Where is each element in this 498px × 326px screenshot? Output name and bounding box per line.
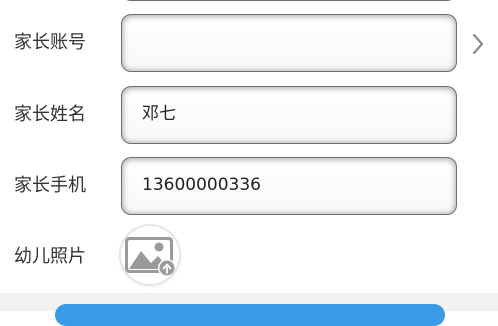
child-photo-label: 幼儿照片 (14, 246, 86, 267)
parent-name-value: 邓七 (142, 104, 176, 124)
parent-name-label: 家长姓名 (14, 104, 86, 125)
parent-phone-label: 家长手机 (14, 175, 86, 196)
submit-button[interactable] (55, 304, 445, 326)
child-photo-row: 幼儿照片 (0, 228, 498, 286)
parent-name-field[interactable]: 邓七 (121, 86, 457, 144)
parent-account-field[interactable] (121, 14, 457, 72)
previous-input-field[interactable] (121, 0, 457, 1)
parent-name-row: 家长姓名 邓七 (0, 86, 498, 144)
parent-phone-field[interactable]: 13600000336 (121, 157, 457, 215)
image-upload-icon (125, 237, 176, 277)
parent-account-row: 家长账号 (0, 14, 498, 72)
parent-account-label: 家长账号 (14, 32, 86, 53)
photo-upload-button[interactable] (121, 226, 179, 284)
chevron-right-icon[interactable] (470, 32, 486, 56)
parent-phone-row: 家长手机 13600000336 (0, 157, 498, 215)
parent-phone-value: 13600000336 (142, 175, 261, 195)
